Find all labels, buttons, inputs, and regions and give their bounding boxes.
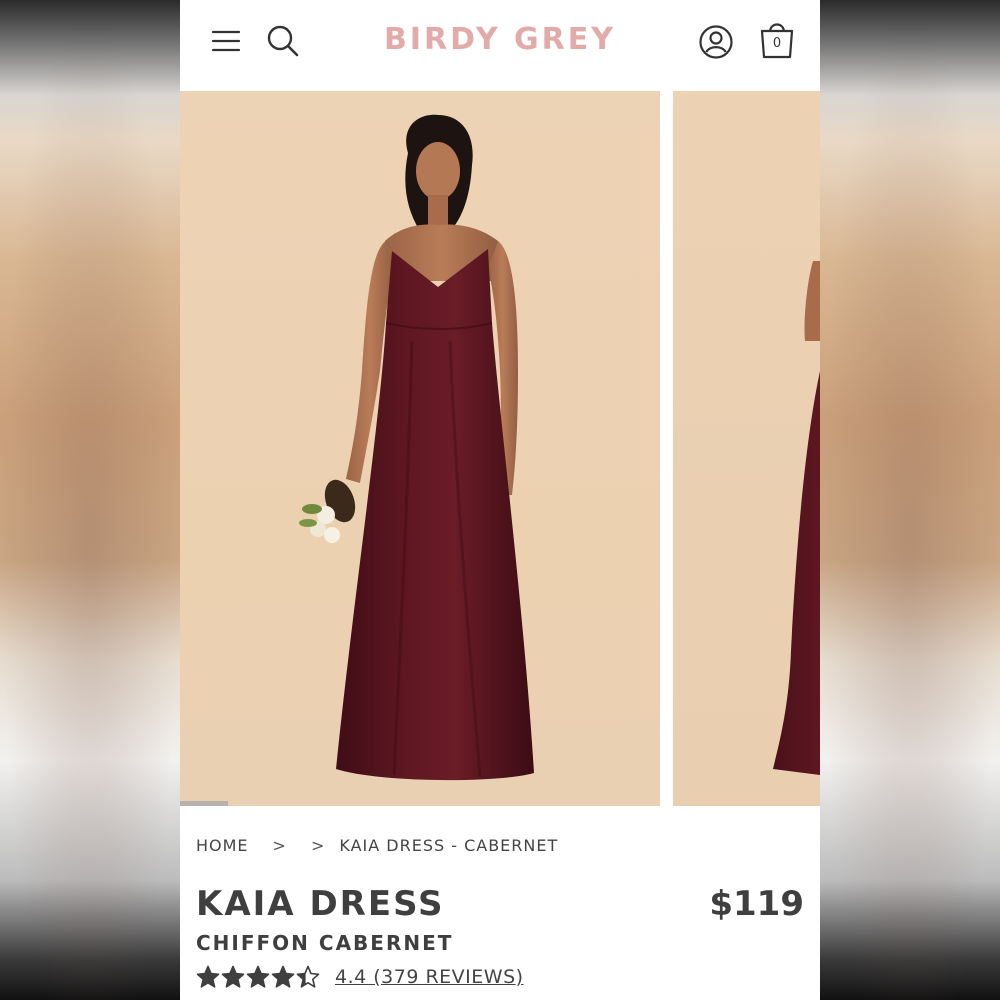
star-full-icon — [196, 965, 220, 988]
product-gallery[interactable] — [180, 91, 820, 806]
breadcrumb-home[interactable]: HOME — [196, 836, 249, 855]
site-header: BIRDY GREY 0 — [180, 0, 820, 90]
reviews-link[interactable]: 4.4 (379 REVIEWS) — [335, 966, 524, 988]
blurred-background-right — [820, 0, 1000, 1000]
star-half-icon — [296, 965, 320, 988]
product-price: $119 — [709, 884, 804, 924]
breadcrumb-current: KAIA DRESS - CABERNET — [339, 835, 559, 855]
mobile-page: BIRDY GREY 0 HOME > > KAIA DRESS - CABER… — [180, 0, 820, 1000]
star-full-icon — [271, 965, 295, 988]
dress-side-image[interactable] — [673, 91, 820, 806]
dress-front-image[interactable] — [180, 91, 660, 806]
cart-count: 0 — [772, 36, 782, 51]
gallery-progress — [180, 801, 660, 806]
account-button[interactable] — [696, 22, 736, 62]
breadcrumb: HOME > > KAIA DRESS - CABERNET — [196, 834, 558, 856]
breadcrumb-separator: > — [272, 835, 287, 855]
blurred-background-left — [0, 0, 180, 1000]
breadcrumb-separator: > — [310, 835, 326, 855]
product-title: KAIA DRESS — [196, 884, 445, 924]
star-rating — [196, 965, 321, 989]
star-full-icon — [246, 965, 270, 988]
cart-button[interactable]: 0 — [756, 18, 798, 62]
product-subtitle: CHIFFON CABERNET — [196, 931, 454, 955]
gallery-progress-fill — [180, 801, 228, 806]
star-full-icon — [221, 965, 245, 988]
product-rating: 4.4 (379 REVIEWS) — [196, 962, 524, 992]
account-icon — [699, 25, 733, 59]
